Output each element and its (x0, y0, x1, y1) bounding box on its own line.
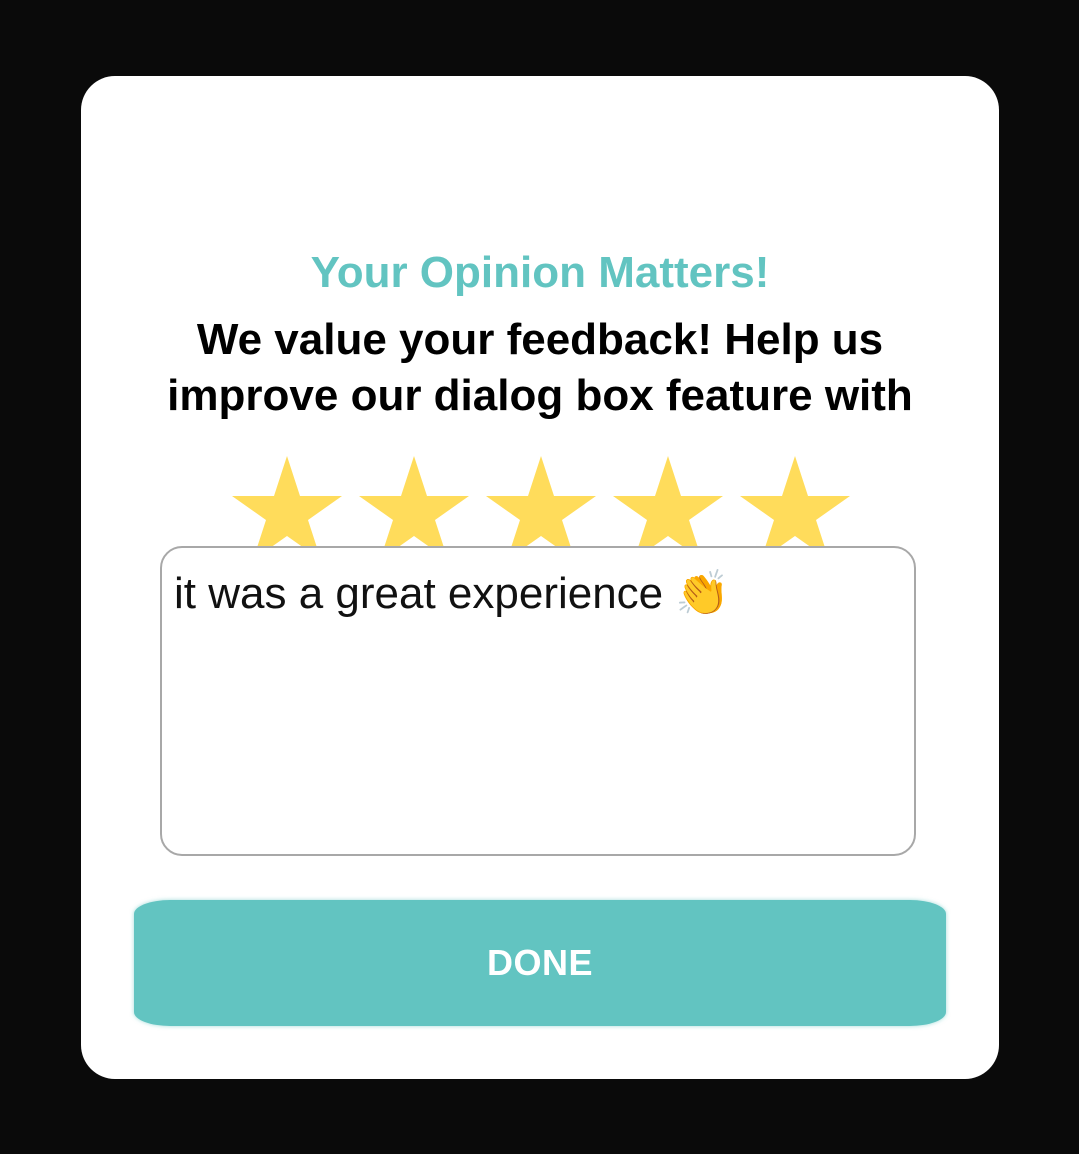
done-button[interactable]: DONE (134, 900, 946, 1026)
feedback-dialog: Your Opinion Matters! We value your feed… (81, 76, 999, 1079)
dialog-title: Your Opinion Matters! (310, 248, 770, 297)
feedback-text: it was a great experience 👏 (174, 569, 731, 618)
feedback-textarea[interactable]: it was a great experience 👏 (160, 546, 916, 856)
dialog-message: We value your feedback! Help us improve … (167, 315, 913, 420)
